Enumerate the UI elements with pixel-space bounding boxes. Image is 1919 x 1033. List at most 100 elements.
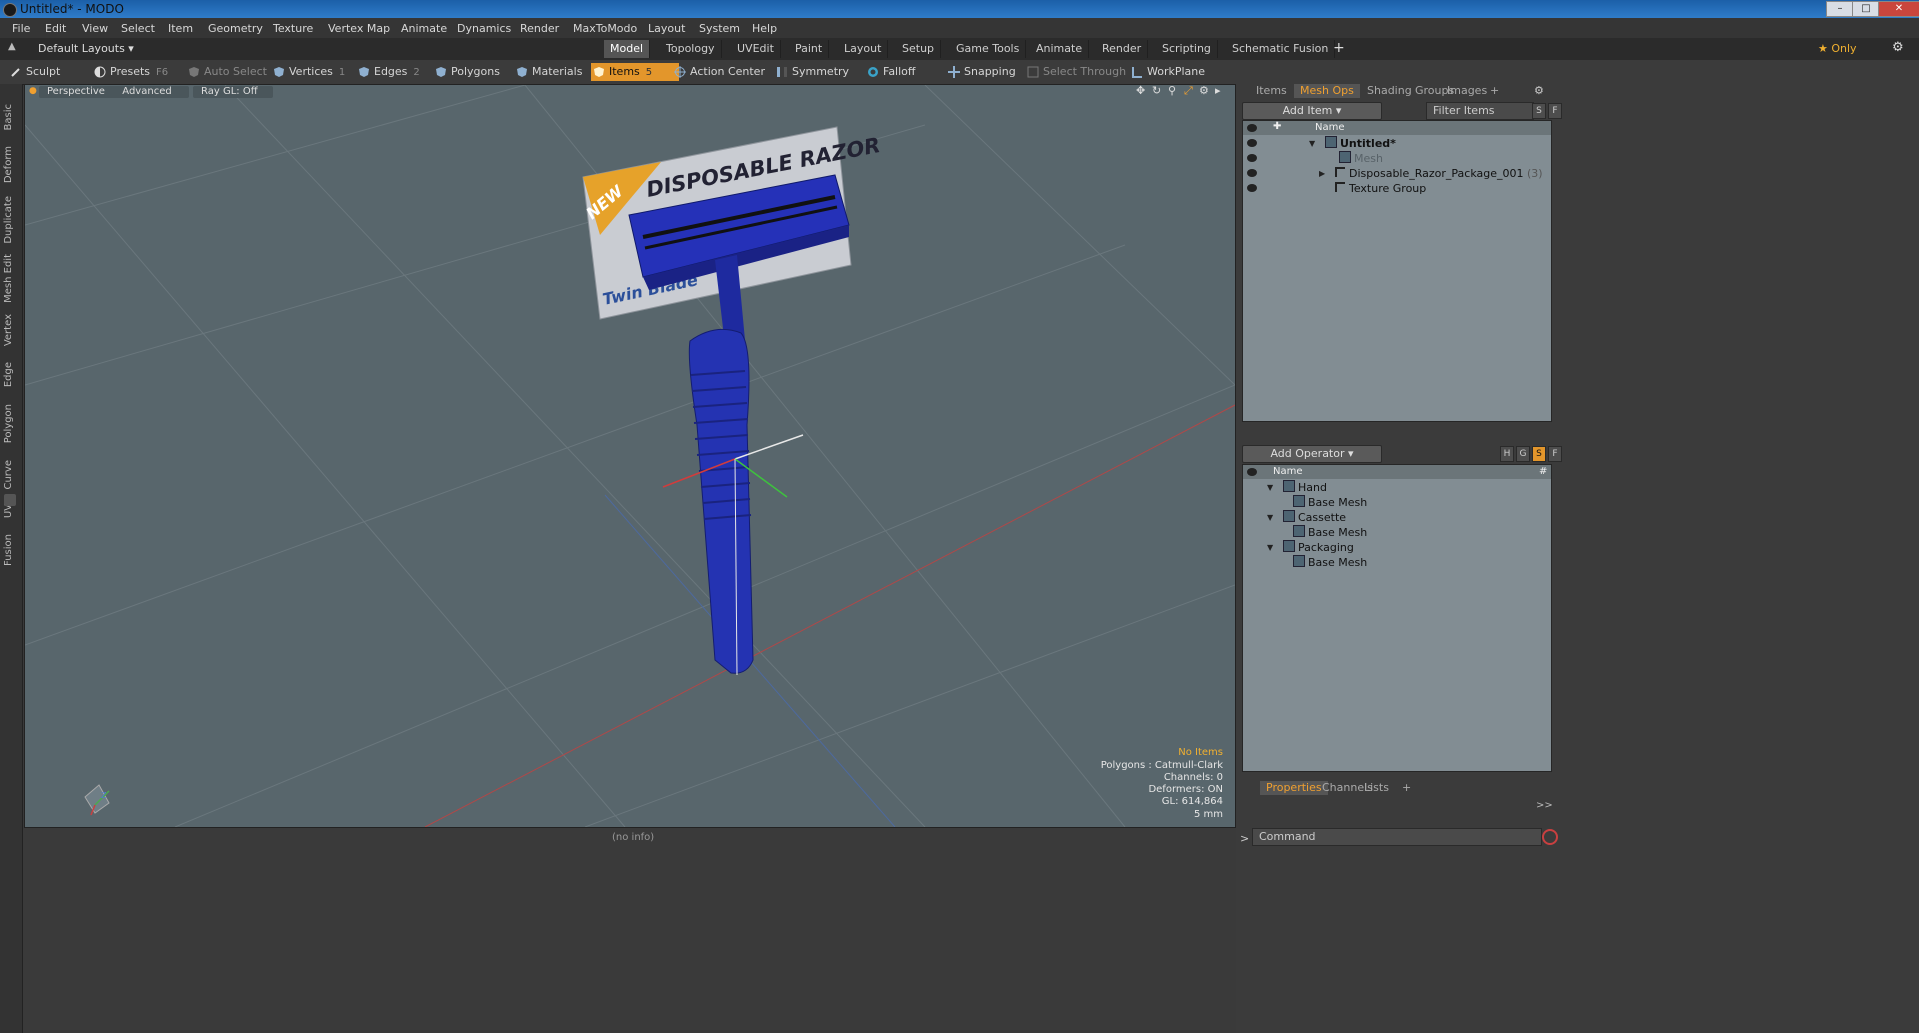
menu-dynamics[interactable]: Dynamics bbox=[457, 22, 511, 35]
snapping-button[interactable]: Snapping bbox=[946, 63, 1034, 81]
fit-icon[interactable]: ⤢ bbox=[1184, 85, 1193, 98]
vtab-duplicate[interactable]: Duplicate bbox=[3, 196, 14, 244]
pan-icon[interactable]: ✥ bbox=[1136, 85, 1145, 97]
tab-schematic-fusion[interactable]: Schematic Fusion bbox=[1226, 40, 1336, 58]
tab-animate[interactable]: Animate bbox=[1030, 40, 1090, 58]
record-icon[interactable] bbox=[1542, 829, 1558, 845]
layout-menu-icon[interactable]: ▲ bbox=[8, 41, 16, 52]
tab-model[interactable]: Model bbox=[604, 40, 651, 58]
tab-scripting[interactable]: Scripting bbox=[1156, 40, 1218, 58]
tab-lists[interactable]: Lists bbox=[1358, 781, 1395, 795]
list-item[interactable]: Base Mesh bbox=[1243, 555, 1551, 570]
add-operator-dropdown[interactable]: Add Operator ▾ bbox=[1242, 445, 1382, 463]
rotate-icon[interactable]: ↻ bbox=[1152, 85, 1161, 97]
tab-game-tools[interactable]: Game Tools bbox=[950, 40, 1027, 58]
menu-select[interactable]: Select bbox=[121, 22, 155, 35]
items-button[interactable]: Items 5 bbox=[591, 63, 679, 81]
symmetry-button[interactable]: Symmetry bbox=[774, 63, 866, 81]
vtab-fusion[interactable]: Fusion bbox=[3, 534, 14, 566]
vtab-vertex[interactable]: Vertex bbox=[3, 314, 14, 346]
viewport-gear-icon[interactable]: ⚙ bbox=[1199, 85, 1209, 97]
expand-toggle-icon[interactable]: ▼ bbox=[1267, 480, 1273, 495]
vtab-deform[interactable]: Deform bbox=[3, 146, 14, 183]
vtab-uv[interactable]: UV bbox=[3, 504, 14, 518]
tab-mesh-ops[interactable]: Mesh Ops bbox=[1294, 84, 1360, 98]
menu-geometry[interactable]: Geometry bbox=[208, 22, 263, 35]
minimize-button[interactable]: – bbox=[1826, 1, 1854, 17]
menu-help[interactable]: Help bbox=[752, 22, 777, 35]
vtab-polygon[interactable]: Polygon bbox=[3, 404, 14, 443]
tab-setup[interactable]: Setup bbox=[896, 40, 942, 58]
falloff-button[interactable]: Falloff bbox=[865, 63, 941, 81]
tab-topology[interactable]: Topology bbox=[660, 40, 722, 58]
expand-panel-button[interactable]: >> bbox=[1536, 800, 1553, 811]
workplane-button[interactable]: WorkPlane bbox=[1129, 63, 1223, 81]
meshops-h-button[interactable]: H bbox=[1500, 446, 1514, 462]
list-item[interactable]: ▼ Packaging bbox=[1243, 540, 1551, 555]
menu-file[interactable]: File bbox=[12, 22, 30, 35]
filter-s-button[interactable]: S bbox=[1532, 103, 1546, 119]
eye-icon[interactable] bbox=[1247, 184, 1257, 192]
meshops-f-button[interactable]: F bbox=[1548, 446, 1562, 462]
select-through-button[interactable]: Select Through bbox=[1025, 63, 1135, 81]
eye-icon[interactable] bbox=[1247, 154, 1257, 162]
shading-mode-dropdown[interactable]: Advanced bbox=[105, 86, 189, 98]
panel-gear-icon[interactable]: ⚙ bbox=[1534, 84, 1544, 97]
list-item[interactable]: Texture Group bbox=[1243, 181, 1551, 196]
list-item[interactable]: ▼ Untitled* bbox=[1243, 136, 1551, 151]
vtab-basic[interactable]: Basic bbox=[3, 104, 14, 130]
meshops-s-button[interactable]: S bbox=[1532, 446, 1546, 462]
presets-button[interactable]: Presets F6 bbox=[92, 63, 190, 81]
layout-preset-dropdown[interactable]: Default Layouts ▾ bbox=[38, 42, 134, 55]
close-button[interactable]: ✕ bbox=[1878, 1, 1919, 17]
expand-toggle-icon[interactable]: ▼ bbox=[1267, 540, 1273, 555]
list-item[interactable]: Base Mesh bbox=[1243, 495, 1551, 510]
menu-render[interactable]: Render bbox=[520, 22, 559, 35]
add-panel-tab-button[interactable]: + bbox=[1484, 84, 1505, 98]
viewport-menu-icon[interactable]: ● bbox=[29, 86, 37, 96]
eye-icon[interactable] bbox=[1247, 169, 1257, 177]
list-item[interactable]: Base Mesh bbox=[1243, 525, 1551, 540]
tab-render[interactable]: Render bbox=[1096, 40, 1149, 58]
materials-button[interactable]: Materials bbox=[514, 63, 598, 81]
raygl-dropdown[interactable]: Ray GL: Off bbox=[193, 86, 273, 98]
only-toggle[interactable]: ★ Only bbox=[1818, 42, 1857, 55]
command-input[interactable]: Command bbox=[1252, 828, 1542, 846]
maximize-button[interactable]: □ bbox=[1852, 1, 1880, 17]
menu-vertex-map[interactable]: Vertex Map bbox=[328, 22, 390, 35]
gear-icon[interactable]: ⚙ bbox=[1892, 40, 1904, 55]
viewport-expand-icon[interactable]: ▸ bbox=[1215, 85, 1221, 97]
add-layout-tab-button[interactable]: + bbox=[1333, 40, 1345, 56]
3d-viewport[interactable]: NEW DISPOSABLE RAZOR Twin Blade Z ● Pers… bbox=[24, 84, 1236, 828]
menu-animate[interactable]: Animate bbox=[401, 22, 447, 35]
tab-items[interactable]: Items bbox=[1250, 84, 1293, 98]
add-item-dropdown[interactable]: Add Item ▾ bbox=[1242, 102, 1382, 120]
expand-toggle-icon[interactable]: ▼ bbox=[1267, 510, 1273, 525]
menu-maxtomodo[interactable]: MaxToModo bbox=[573, 22, 637, 35]
add-bottom-tab-button[interactable]: + bbox=[1396, 781, 1417, 795]
vertices-button[interactable]: Vertices 1 bbox=[271, 63, 367, 81]
sculpt-button[interactable]: Sculpt bbox=[8, 63, 91, 81]
tab-paint[interactable]: Paint bbox=[789, 40, 830, 58]
action-center-button[interactable]: Action Center bbox=[672, 63, 782, 81]
list-item[interactable]: Mesh bbox=[1243, 151, 1551, 166]
expand-toggle-icon[interactable]: ▶ bbox=[1319, 166, 1325, 181]
menu-system[interactable]: System bbox=[699, 22, 740, 35]
menu-texture[interactable]: Texture bbox=[273, 22, 313, 35]
menu-view[interactable]: View bbox=[82, 22, 108, 35]
vtab-mesh-edit[interactable]: Mesh Edit bbox=[3, 254, 14, 303]
filter-f-button[interactable]: F bbox=[1548, 103, 1562, 119]
auto-select-button[interactable]: Auto Select bbox=[186, 63, 276, 81]
filter-items-input[interactable]: Filter Items bbox=[1426, 102, 1534, 120]
polygons-button[interactable]: Polygons bbox=[433, 63, 521, 81]
vtab-edge[interactable]: Edge bbox=[3, 362, 14, 387]
vtab-curve[interactable]: Curve bbox=[3, 460, 14, 490]
zoom-icon[interactable]: ⚲ bbox=[1168, 85, 1176, 97]
list-item[interactable]: ▼ Hand bbox=[1243, 480, 1551, 495]
list-item[interactable]: ▼ Cassette bbox=[1243, 510, 1551, 525]
eye-icon[interactable] bbox=[1247, 139, 1257, 147]
list-item[interactable]: ▶ Disposable_Razor_Package_001 (3) bbox=[1243, 166, 1551, 181]
menu-edit[interactable]: Edit bbox=[45, 22, 66, 35]
tab-layout[interactable]: Layout bbox=[838, 40, 889, 58]
tab-uvedit[interactable]: UVEdit bbox=[731, 40, 781, 58]
